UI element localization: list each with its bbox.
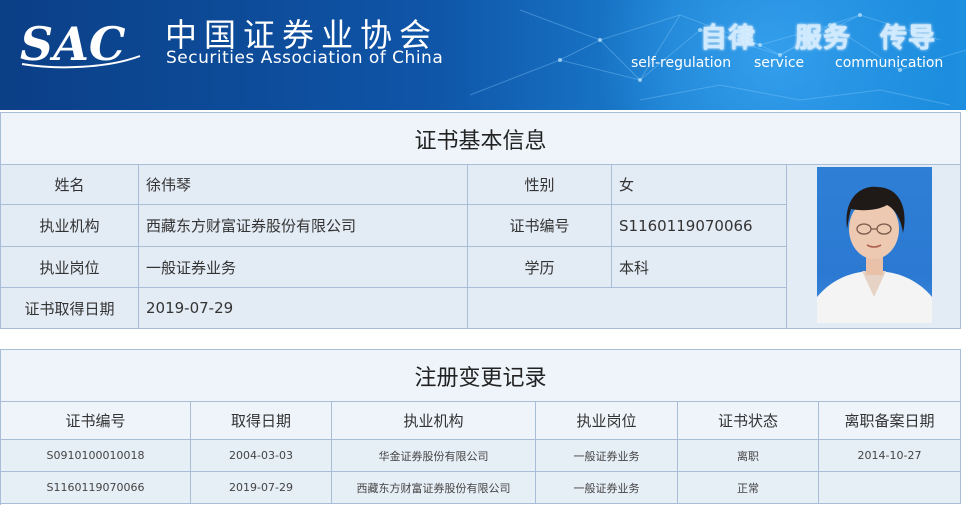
- value-education: 本科: [612, 247, 787, 288]
- value-cert-number: S1160119070066: [612, 205, 787, 247]
- col-position: 执业岗位: [536, 402, 678, 440]
- value-cert-date: 2019-07-29: [139, 288, 468, 329]
- record-1-obtain-date: 2019-07-29: [191, 472, 332, 504]
- record-1-leave-date: [819, 472, 961, 504]
- record-0-position: 一般证券业务: [536, 440, 678, 472]
- col-leave-date: 离职备案日期: [819, 402, 961, 440]
- label-cert-number: 证书编号: [468, 205, 612, 247]
- col-obtain-date: 取得日期: [191, 402, 332, 440]
- value-name: 徐伟琴: [139, 165, 468, 205]
- label-position: 执业岗位: [1, 247, 139, 288]
- record-1-institution: 西藏东方财富证券股份有限公司: [332, 472, 536, 504]
- motto-service-cn: 服务: [795, 23, 851, 54]
- record-0-institution: 华金证券股份有限公司: [332, 440, 536, 472]
- record-0-obtain-date: 2004-03-03: [191, 440, 332, 472]
- col-institution: 执业机构: [332, 402, 536, 440]
- value-gender: 女: [612, 165, 787, 205]
- org-name-en: Securities Association of China: [166, 48, 444, 68]
- value-position: 一般证券业务: [139, 247, 468, 288]
- record-1-position: 一般证券业务: [536, 472, 678, 504]
- value-institution: 西藏东方财富证券股份有限公司: [139, 205, 468, 247]
- motto-service-en: service: [754, 55, 805, 71]
- portrait-graphic: [817, 186, 932, 323]
- label-gender: 性别: [468, 165, 612, 205]
- motto-communication-cn: 传导: [880, 23, 936, 54]
- record-0-status: 离职: [678, 440, 819, 472]
- header-banner: SAC 中国证券业协会 Securities Association of Ch…: [0, 0, 966, 110]
- change-records-panel: 注册变更记录 证书编号 取得日期 执业机构 执业岗位 证书状态 离职备案日期 S…: [0, 349, 961, 505]
- label-name: 姓名: [1, 165, 139, 205]
- basic-info-title: 证书基本信息: [1, 113, 961, 165]
- record-1-cert-number: S1160119070066: [1, 472, 191, 504]
- motto-self-regulation-en: self-regulation: [631, 55, 732, 71]
- motto-self-regulation-cn: 自律: [700, 23, 756, 54]
- record-0-leave-date: 2014-10-27: [819, 440, 961, 472]
- record-1-status: 正常: [678, 472, 819, 504]
- label-cert-date: 证书取得日期: [1, 288, 139, 329]
- change-records-title: 注册变更记录: [1, 350, 961, 402]
- sac-logo: SAC: [20, 17, 141, 70]
- motto-communication-en: communication: [835, 55, 944, 71]
- empty-cell: [468, 288, 787, 329]
- label-education: 学历: [468, 247, 612, 288]
- record-0-cert-number: S0910100010018: [1, 440, 191, 472]
- label-institution: 执业机构: [1, 205, 139, 247]
- person-photo-icon: [817, 167, 932, 323]
- col-cert-status: 证书状态: [678, 402, 819, 440]
- col-cert-number: 证书编号: [1, 402, 191, 440]
- sac-logo-text: SAC: [20, 17, 126, 70]
